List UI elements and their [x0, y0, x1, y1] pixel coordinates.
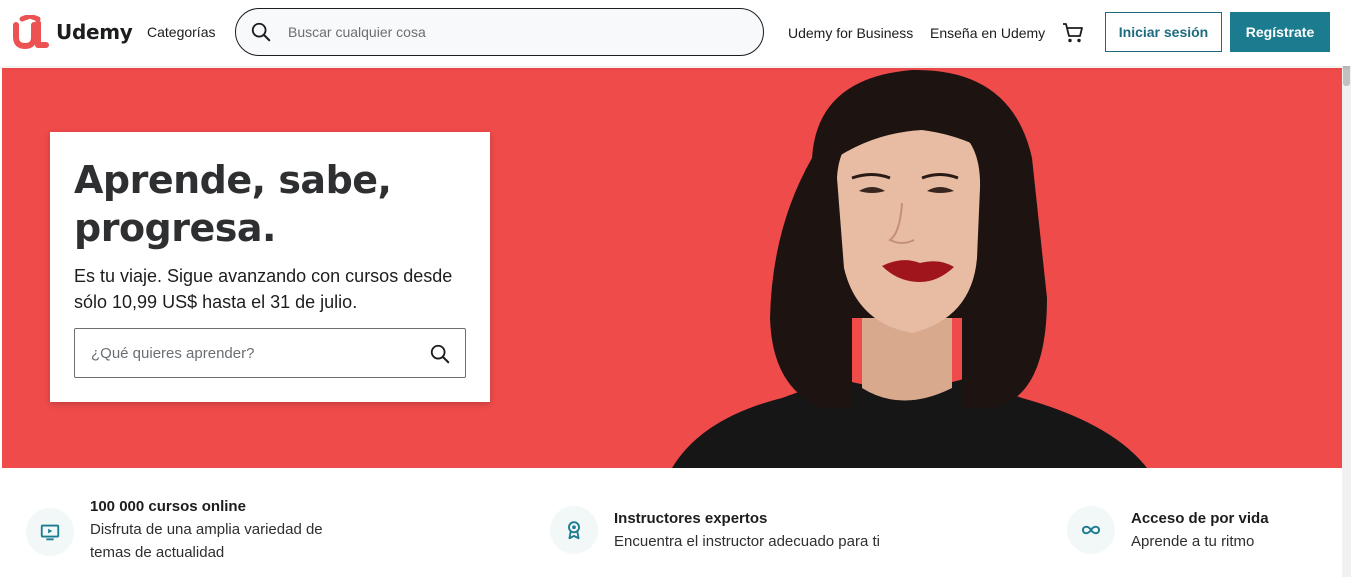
feature-description: Disfruta de una amplia variedad de temas…: [90, 521, 323, 561]
feature-description: Encuentra el instructor adecuado para ti: [614, 533, 880, 550]
categories-menu[interactable]: Categorías: [147, 24, 215, 40]
hero-subtitle: Es tu viaje. Sigue avanzando con cursos …: [74, 266, 453, 312]
feature-title: Instructores expertos: [614, 510, 768, 527]
header-search-input[interactable]: [288, 24, 728, 40]
top-nav-bar: Udemy Categorías Udemy for Business Ense…: [0, 0, 1351, 66]
feature-lifetime-access: Acceso de por vida Aprende a tu ritmo: [1067, 506, 1269, 554]
hero-search-input[interactable]: [91, 344, 421, 362]
signup-button[interactable]: Regístrate: [1230, 12, 1330, 52]
feature-expert-instructors: Instructores expertos Encuentra el instr…: [550, 506, 880, 554]
search-icon[interactable]: [250, 21, 272, 43]
search-icon[interactable]: [429, 343, 451, 365]
header-search-bar[interactable]: [235, 8, 764, 56]
logo-text: Udemy: [56, 20, 133, 44]
infinity-icon: [1067, 506, 1115, 554]
hero-card: Aprende, sabe, progresa. Es tu viaje. Si…: [50, 132, 490, 402]
feature-online-courses: 100 000 cursos online Disfruta de una am…: [26, 496, 355, 564]
hero-banner: Aprende, sabe, progresa. Es tu viaje. Si…: [2, 68, 1342, 468]
shopping-cart-icon[interactable]: [1061, 21, 1085, 45]
feature-title: Acceso de por vida: [1131, 510, 1269, 527]
udemy-business-link[interactable]: Udemy for Business: [788, 25, 913, 41]
udemy-logo-icon: [13, 15, 49, 49]
hero-woman-photo: [672, 69, 1147, 468]
feature-title: 100 000 cursos online: [90, 498, 246, 515]
hero-title: Aprende, sabe, progresa.: [74, 158, 392, 250]
hero-search-box[interactable]: [74, 328, 466, 378]
udemy-logo[interactable]: Udemy: [12, 15, 133, 49]
award-icon: [550, 506, 598, 554]
tv-icon: [26, 508, 74, 556]
page-scrollbar[interactable]: [1342, 0, 1351, 577]
login-button[interactable]: Iniciar sesión: [1105, 12, 1222, 52]
feature-description: Aprende a tu ritmo: [1131, 533, 1255, 550]
teach-on-udemy-link[interactable]: Enseña en Udemy: [930, 25, 1045, 41]
